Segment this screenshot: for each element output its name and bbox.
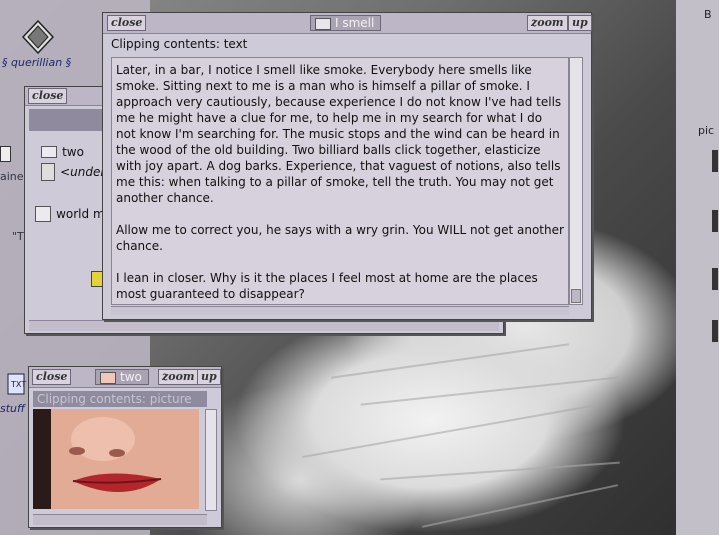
window-bottom-bar <box>111 306 569 315</box>
svg-text:TXT: TXT <box>10 380 26 389</box>
text-clipping-titlebar[interactable]: close I smell zoom up <box>103 13 592 34</box>
folder-icon <box>41 145 57 158</box>
close-button[interactable]: close <box>32 369 72 385</box>
file-icon[interactable] <box>712 320 718 342</box>
horizontal-scrollbar[interactable] <box>29 320 499 331</box>
querillian-icon[interactable] <box>21 19 55 55</box>
folder-item-label: world m <box>56 207 105 221</box>
file-icon[interactable] <box>712 268 718 290</box>
window-title: I smell <box>310 15 382 31</box>
close-button[interactable]: close <box>28 88 68 104</box>
clipping-text-area[interactable]: Later, in a bar, I notice I smell like s… <box>111 57 569 305</box>
window-title-label: I smell <box>335 16 375 30</box>
folder-item-label: <under <box>60 165 106 179</box>
picture-clipping-icon <box>100 372 116 384</box>
doc-icon[interactable] <box>0 146 11 162</box>
folder-item[interactable]: world m <box>35 203 105 222</box>
close-button[interactable]: close <box>107 15 147 31</box>
up-button[interactable]: up <box>568 15 592 31</box>
vertical-scrollbar[interactable] <box>569 57 583 305</box>
file-icon[interactable] <box>712 210 718 232</box>
querillian-label: § querillian § <box>2 56 72 69</box>
window-title-label: two <box>120 370 142 384</box>
scrollbar-thumb[interactable] <box>571 289 581 303</box>
right-strip-top-label: B <box>704 8 712 21</box>
text-clipping-window: close I smell zoom up Clipping contents:… <box>102 12 592 320</box>
picture-clipping-window: close two zoom up Clipping contents: pic… <box>28 366 222 528</box>
document-icon <box>41 162 55 181</box>
right-strip-mid-label: pic <box>698 124 715 137</box>
horizontal-scrollbar[interactable] <box>33 514 207 525</box>
picture-clipping-titlebar[interactable]: close two zoom up <box>29 367 221 388</box>
window-title: two <box>95 369 149 385</box>
stuff-label: stuff <box>0 402 25 415</box>
zoom-button[interactable]: zoom <box>527 15 568 31</box>
folder-item-label: two <box>62 145 84 159</box>
text-clipping-icon <box>315 18 331 30</box>
zoom-button[interactable]: zoom <box>158 369 199 385</box>
paragraph: Later, in a bar, I notice I smell like s… <box>116 63 562 205</box>
paragraph: Allow me to correct you, he says with a … <box>116 223 564 253</box>
vertical-scrollbar[interactable] <box>205 409 217 511</box>
text-file-icon <box>35 205 51 222</box>
clipping-picture <box>33 409 199 509</box>
paragraph: I lean in closer. Why is it the places I… <box>116 271 538 301</box>
folder-item[interactable]: two <box>41 141 84 160</box>
folder-item[interactable]: <under <box>41 161 105 181</box>
stuff-icon[interactable]: TXT <box>6 372 28 398</box>
desktop-right-strip: B pic <box>676 0 719 535</box>
fragment-label: "T <box>12 230 24 243</box>
clipping-header: Clipping contents: picture <box>33 391 207 407</box>
fragment-label: aine <box>0 170 24 183</box>
clipping-header: Clipping contents: text <box>111 37 248 51</box>
file-icon[interactable] <box>712 150 718 172</box>
up-button[interactable]: up <box>197 369 221 385</box>
